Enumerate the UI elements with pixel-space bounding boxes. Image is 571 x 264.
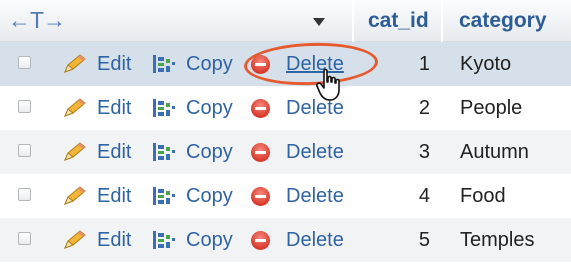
delete-link[interactable]: Delete [286, 140, 344, 164]
delete-icon[interactable] [251, 99, 270, 118]
cell-cat-id: 4 [418, 185, 430, 207]
cell-cat-id: 3 [418, 141, 430, 163]
row-checkbox[interactable] [18, 100, 31, 113]
cell-category: Autumn [460, 141, 529, 163]
pencil-icon[interactable] [62, 141, 88, 163]
copy-icon[interactable] [152, 97, 180, 119]
delete-link[interactable]: Delete [286, 228, 344, 252]
copy-icon[interactable] [152, 229, 180, 251]
row-checkbox[interactable] [18, 144, 31, 157]
cell-category: Temples [460, 229, 535, 251]
table-row: Edit Copy Delete 2 People [0, 86, 571, 130]
copy-icon[interactable] [152, 53, 180, 75]
column-arrows-icon[interactable]: ←T→ [8, 2, 66, 38]
edit-link[interactable]: Edit [97, 140, 131, 164]
edit-link[interactable]: Edit [97, 228, 131, 252]
column-divider [352, 0, 354, 42]
table-row: Edit Copy Delete 5 Temples [0, 218, 571, 262]
cell-category: Kyoto [460, 53, 512, 75]
cell-cat-id: 2 [418, 97, 430, 119]
table-header: ←T→ cat_id category [0, 0, 571, 42]
cell-category: People [460, 97, 523, 119]
hand-cursor-icon [316, 68, 340, 101]
copy-icon[interactable] [152, 185, 180, 207]
cell-cat-id: 1 [418, 53, 430, 75]
edit-link[interactable]: Edit [97, 52, 131, 76]
table-row: Edit Copy Delete 3 Autumn [0, 130, 571, 174]
row-checkbox[interactable] [18, 188, 31, 201]
sort-dropdown-icon[interactable] [313, 18, 325, 26]
column-divider [441, 0, 443, 42]
column-header-cat-id[interactable]: cat_id [368, 8, 429, 34]
row-checkbox[interactable] [18, 56, 31, 69]
delete-icon[interactable] [251, 187, 270, 206]
pencil-icon[interactable] [62, 97, 88, 119]
copy-link[interactable]: Copy [186, 228, 233, 252]
copy-link[interactable]: Copy [186, 184, 233, 208]
edit-link[interactable]: Edit [97, 96, 131, 120]
copy-link[interactable]: Copy [186, 96, 233, 120]
copy-link[interactable]: Copy [186, 52, 233, 76]
pencil-icon[interactable] [62, 53, 88, 75]
table-row: Edit Copy Delete 4 Food [0, 174, 571, 218]
copy-link[interactable]: Copy [186, 140, 233, 164]
delete-icon[interactable] [251, 143, 270, 162]
delete-link[interactable]: Delete [286, 184, 344, 208]
delete-icon[interactable] [251, 231, 270, 250]
edit-link[interactable]: Edit [97, 184, 131, 208]
pencil-icon[interactable] [62, 229, 88, 251]
copy-icon[interactable] [152, 141, 180, 163]
column-header-category[interactable]: category [459, 8, 547, 34]
pencil-icon[interactable] [62, 185, 88, 207]
cell-category: Food [460, 185, 506, 207]
results-table: ←T→ cat_id category Edit Copy Delete 1 K… [0, 0, 571, 264]
row-checkbox[interactable] [18, 232, 31, 245]
cell-cat-id: 5 [418, 229, 430, 251]
